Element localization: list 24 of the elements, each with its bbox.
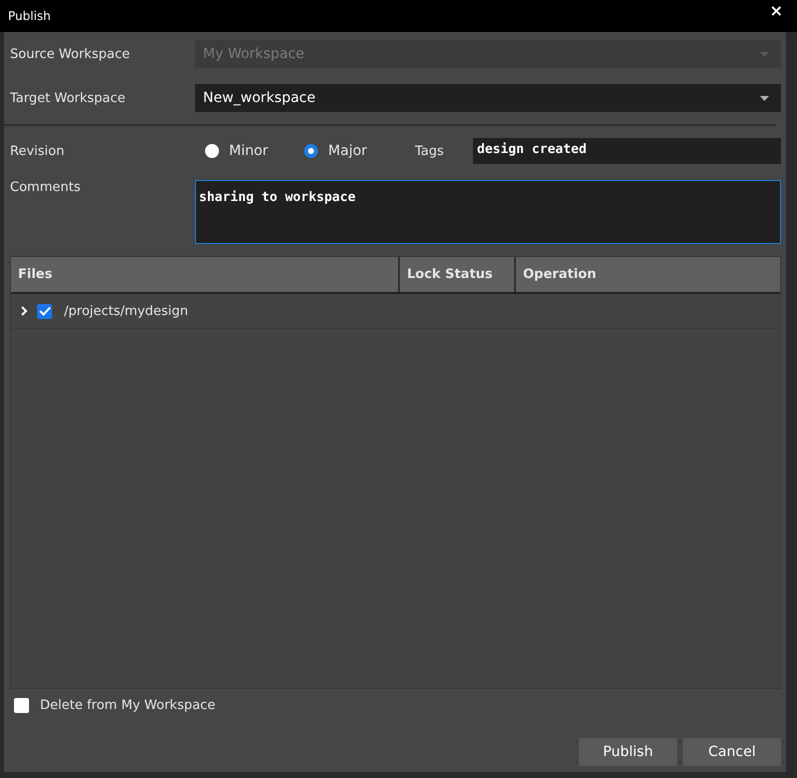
- dropdown-arrow-icon: [760, 96, 769, 100]
- field-label: Source Workspace: [10, 46, 131, 62]
- field-label: Revision: [10, 144, 66, 158]
- comments-field[interactable]: sharing to workspace: [195, 180, 781, 244]
- workspace-dropdown[interactable]: New_workspace: [195, 84, 781, 112]
- tags-field[interactable]: design created: [473, 138, 781, 164]
- file-path: /projects/mydesign: [64, 304, 188, 318]
- column-header[interactable]: Lock Status: [400, 257, 516, 292]
- dialog-button[interactable]: Publish: [579, 738, 677, 766]
- radio-option[interactable]: Minor: [205, 143, 268, 159]
- checkbox[interactable]: [37, 304, 52, 318]
- column-header[interactable]: Operation: [516, 257, 780, 292]
- dialog-button[interactable]: Cancel: [683, 738, 781, 766]
- chevron-icon[interactable]: [21, 306, 29, 316]
- radio-option[interactable]: Major: [304, 143, 368, 159]
- checkbox-label: Delete from My Workspace: [40, 698, 216, 713]
- field-label: Comments: [10, 180, 82, 195]
- dropdown-arrow-icon: [760, 52, 769, 56]
- window-title: Publish: [8, 9, 51, 23]
- close-button[interactable]: ×: [770, 0, 783, 20]
- field-label: Tags: [415, 144, 445, 158]
- field-label: Target Workspace: [10, 90, 126, 106]
- column-header[interactable]: Files: [11, 257, 400, 292]
- checkbox[interactable]: [14, 698, 29, 713]
